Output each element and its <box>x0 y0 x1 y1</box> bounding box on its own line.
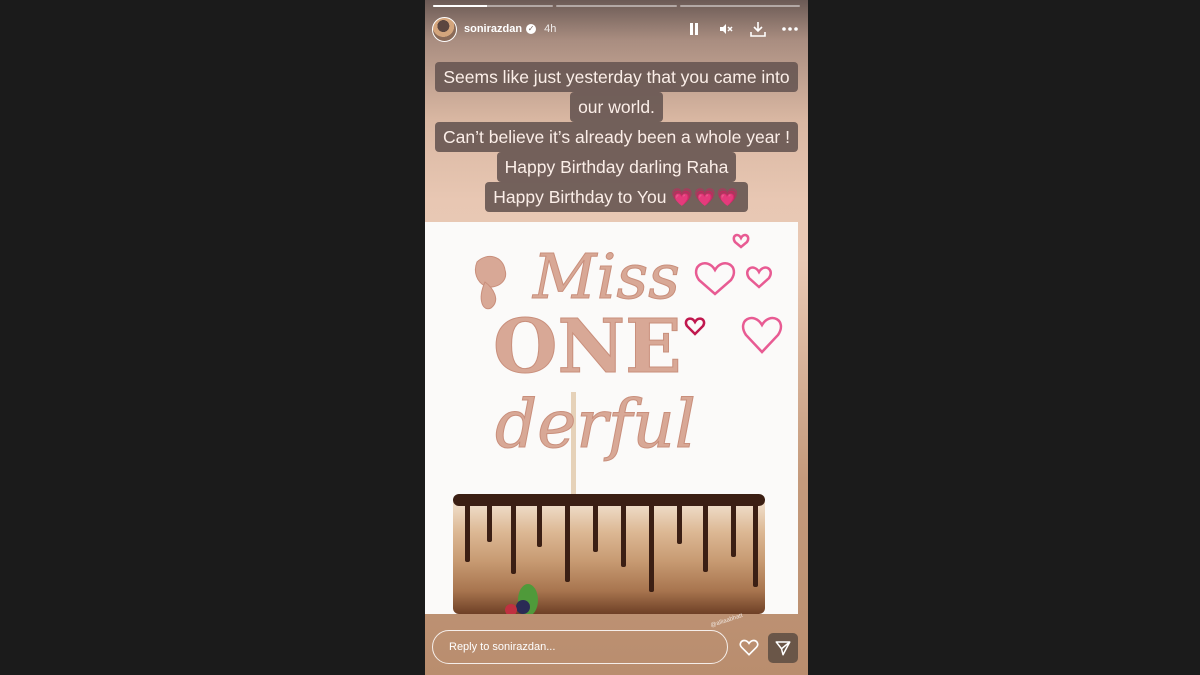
more-icon[interactable] <box>782 21 798 37</box>
mute-icon[interactable] <box>718 21 734 37</box>
progress-segment <box>556 5 677 7</box>
avatar[interactable] <box>432 16 457 42</box>
download-icon[interactable] <box>750 21 766 37</box>
progress-segment <box>679 5 800 7</box>
caption-line: Seems like just yesterday that you came … <box>435 62 798 92</box>
story-header: sonirazdan ✓ 4h <box>432 15 798 43</box>
topper-text: ONE <box>493 304 682 390</box>
cake-topper-image: Miss ONE derful <box>425 222 798 614</box>
topper-text: Miss <box>532 240 680 313</box>
story-caption: Seems like just yesterday that you came … <box>425 62 808 212</box>
username[interactable]: sonirazdan <box>464 23 522 35</box>
timestamp: 4h <box>544 23 557 35</box>
heart-emoji: 💗💗💗 <box>671 187 740 207</box>
verified-icon: ✓ <box>526 24 537 34</box>
progress-segment <box>433 5 554 7</box>
caption-line: Happy Birthday darling Raha <box>496 152 737 182</box>
story-progress <box>433 5 800 7</box>
pause-icon[interactable] <box>686 21 702 37</box>
reply-input[interactable]: Reply to sonirazdan... <box>432 630 728 664</box>
story-frame[interactable]: sonirazdan ✓ 4h Seems like just yesterda… <box>425 0 808 675</box>
caption-line: Happy Birthday to You 💗💗💗 <box>485 182 748 212</box>
story-footer: Reply to sonirazdan... <box>425 615 808 675</box>
send-icon[interactable] <box>768 633 798 663</box>
story-photo: Miss ONE derful <box>425 222 798 614</box>
caption-line: our world. <box>570 92 663 122</box>
heart-icon[interactable] <box>739 638 759 658</box>
viewer-background: sonirazdan ✓ 4h Seems like just yesterda… <box>0 0 1200 675</box>
topper-text: derful <box>495 386 696 463</box>
caption-line: Can’t believe it’s already been a whole … <box>435 122 798 152</box>
